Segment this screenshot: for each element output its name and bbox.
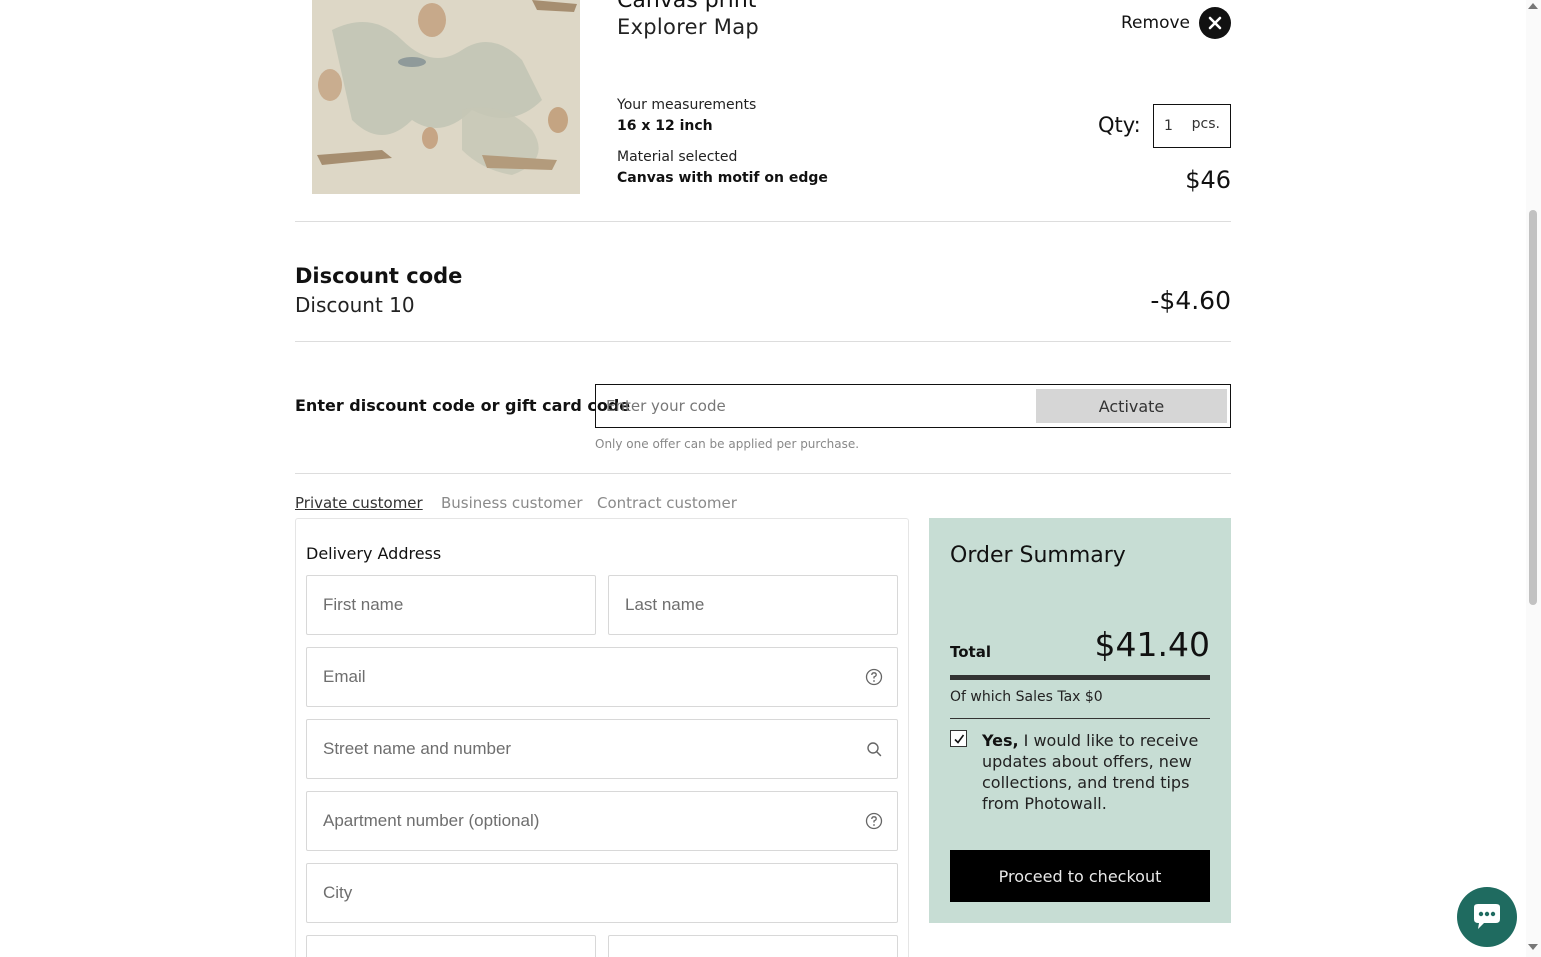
divider: [295, 221, 1231, 222]
material-value: Canvas with motif on edge: [617, 170, 828, 186]
email-field: [306, 647, 898, 707]
product-price: $46: [1185, 166, 1231, 194]
last-name-input[interactable]: [625, 576, 856, 634]
street-field: [306, 719, 898, 779]
qty-label: Qty:: [1098, 113, 1141, 137]
country-field[interactable]: [608, 935, 898, 957]
city-input[interactable]: [323, 864, 795, 922]
tab-contract-customer[interactable]: Contract customer: [597, 494, 737, 512]
discount-title: Discount code: [295, 264, 463, 288]
measurements-label: Your measurements: [617, 97, 757, 113]
total-value: $41.40: [1094, 625, 1210, 664]
discount-code-label: Enter discount code or gift card code: [295, 396, 631, 415]
newsletter-checkbox[interactable]: [950, 730, 967, 747]
chat-button[interactable]: [1457, 887, 1517, 947]
discount-note: Only one offer can be applied per purcha…: [595, 437, 860, 451]
quantity-unit: pcs.: [1191, 116, 1220, 132]
consent-yes: Yes,: [982, 731, 1019, 750]
tab-business-customer[interactable]: Business customer: [441, 494, 583, 512]
delivery-title: Delivery Address: [306, 544, 442, 563]
street-input[interactable]: [323, 720, 795, 778]
remove-label[interactable]: Remove: [1121, 13, 1190, 33]
email-input[interactable]: [323, 648, 795, 706]
chat-icon: [1474, 904, 1500, 929]
quantity-value[interactable]: 1: [1164, 118, 1173, 134]
apartment-field: [306, 791, 898, 851]
scroll-down-icon[interactable]: [1528, 944, 1538, 950]
total-label: Total: [950, 643, 991, 661]
newsletter-consent: Yes, I would like to receive updates abo…: [982, 730, 1204, 814]
discount-code-input[interactable]: [606, 385, 1026, 427]
order-summary-title: Order Summary: [950, 543, 1126, 568]
checkmark-icon: [953, 734, 964, 744]
apartment-input[interactable]: [323, 792, 795, 850]
proceed-to-checkout-button[interactable]: Proceed to checkout: [950, 850, 1210, 902]
summary-divider: [950, 718, 1210, 719]
postal-code-field[interactable]: [306, 935, 596, 957]
divider: [295, 473, 1231, 474]
scroll-up-icon[interactable]: [1528, 3, 1538, 9]
material-label: Material selected: [617, 149, 738, 165]
tab-private-customer[interactable]: Private customer: [295, 494, 423, 512]
measurements-value: 16 x 12 inch: [617, 118, 713, 134]
payment-logos: [1015, 950, 1135, 957]
last-name-field: [608, 575, 898, 635]
product-subtitle: Explorer Map: [617, 15, 760, 39]
quantity-input[interactable]: 1 pcs.: [1153, 104, 1231, 148]
scrollbar-thumb[interactable]: [1529, 210, 1537, 605]
first-name-input[interactable]: [323, 576, 554, 634]
discount-amount: -$4.60: [1150, 286, 1231, 315]
help-icon[interactable]: [865, 668, 883, 686]
first-name-field: [306, 575, 596, 635]
discount-name: Discount 10: [295, 293, 415, 317]
close-icon: [1208, 16, 1222, 30]
discount-code-field: Activate: [595, 384, 1231, 428]
product-image: [312, 0, 580, 194]
search-icon[interactable]: [865, 740, 883, 758]
sales-tax: Of which Sales Tax $0: [950, 689, 1103, 705]
total-divider: [950, 675, 1210, 680]
remove-button[interactable]: [1199, 7, 1231, 39]
city-field: [306, 863, 898, 923]
product-title: Canvas print: [617, 0, 757, 13]
activate-button[interactable]: Activate: [1036, 389, 1227, 423]
divider: [295, 341, 1231, 342]
help-icon[interactable]: [865, 812, 883, 830]
